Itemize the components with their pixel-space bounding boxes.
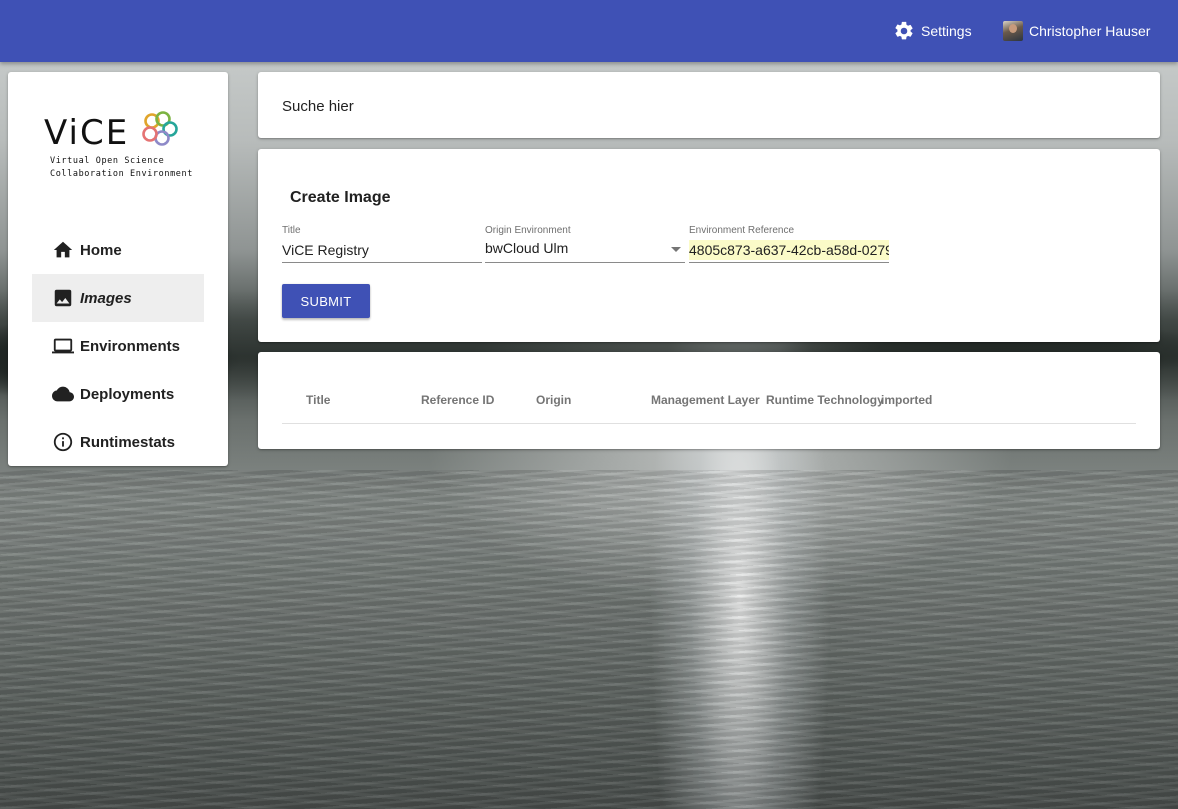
create-image-card: Create Image Title Origin Environment bw… xyxy=(258,149,1160,342)
avatar xyxy=(1003,21,1023,41)
cloud-icon xyxy=(52,386,74,402)
environment-reference-field: Environment Reference xyxy=(689,225,889,263)
column-header-management-layer[interactable]: Management Layer xyxy=(651,393,760,407)
sidebar-nav: Home Images Environments Deployments Run… xyxy=(32,226,204,466)
user-name: Christopher Hauser xyxy=(1029,23,1151,39)
sidebar-item-label: Environments xyxy=(80,337,181,355)
table-header-row: Title Reference ID Origin Management Lay… xyxy=(282,376,1136,424)
submit-button[interactable]: SUBMIT xyxy=(282,284,370,318)
image-icon xyxy=(54,289,72,307)
info-icon xyxy=(53,432,73,452)
sidebar-item-environments[interactable]: Environments xyxy=(32,322,204,370)
column-header-runtime-technology[interactable]: Runtime Technology xyxy=(766,393,884,407)
user-menu[interactable]: Christopher Hauser xyxy=(1003,0,1150,62)
chevron-down-icon[interactable] xyxy=(671,247,681,252)
home-icon xyxy=(53,241,73,258)
sidebar-item-label: Home xyxy=(80,241,122,259)
column-header-origin[interactable]: Origin xyxy=(536,393,571,407)
title-input[interactable] xyxy=(282,240,482,260)
title-field: Title xyxy=(282,225,482,263)
sidebar: ViCE Virtual Open Science Collaboration … xyxy=(8,72,228,466)
origin-environment-field[interactable]: Origin Environment bwCloud Ulm xyxy=(485,225,685,263)
create-image-title: Create Image xyxy=(290,189,391,206)
sidebar-item-label: Deployments xyxy=(80,385,175,403)
sidebar-item-deployments[interactable]: Deployments xyxy=(32,370,204,418)
sidebar-item-label: Runtimestats xyxy=(80,433,176,451)
column-header-reference-id[interactable]: Reference ID xyxy=(421,393,494,407)
logo-tagline-line1: Virtual Open Science xyxy=(50,156,164,166)
laptop-icon xyxy=(52,338,74,354)
column-header-imported[interactable]: imported xyxy=(881,393,932,407)
title-field-label: Title xyxy=(282,225,301,236)
vice-logo[interactable]: ViCE Virtual Open Science Collaboration … xyxy=(44,108,196,180)
sidebar-item-label: Images xyxy=(80,289,132,307)
logo-rings-icon xyxy=(142,111,178,146)
environment-reference-input[interactable] xyxy=(689,240,889,260)
gear-icon xyxy=(895,21,913,40)
app-bar: Settings Christopher Hauser xyxy=(0,0,1178,62)
sidebar-item-images[interactable]: Images xyxy=(32,274,204,322)
images-table-card: Title Reference ID Origin Management Lay… xyxy=(258,352,1160,449)
environment-reference-label: Environment Reference xyxy=(689,225,795,236)
settings-label: Settings xyxy=(921,23,972,39)
background-water xyxy=(0,470,1178,809)
origin-environment-label: Origin Environment xyxy=(485,225,571,236)
sidebar-item-home[interactable]: Home xyxy=(32,226,204,274)
origin-environment-select[interactable]: bwCloud Ulm xyxy=(485,240,685,260)
column-header-title[interactable]: Title xyxy=(306,393,330,407)
settings-button[interactable]: Settings xyxy=(893,0,972,62)
search-card xyxy=(258,72,1160,138)
logo-tagline-line2: Collaboration Environment xyxy=(50,169,193,179)
search-input[interactable] xyxy=(282,94,1122,118)
sidebar-item-runtimestats[interactable]: Runtimestats xyxy=(32,418,204,466)
logo-wordmark: ViCE xyxy=(44,113,129,153)
